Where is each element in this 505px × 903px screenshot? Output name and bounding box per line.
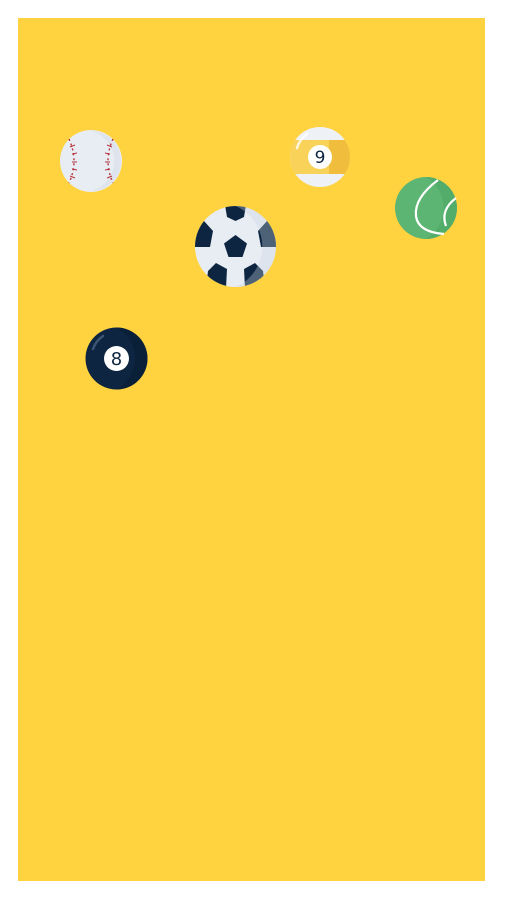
pool-ball-8-number: 8	[111, 349, 122, 370]
tennis-ball-icon[interactable]	[394, 176, 458, 240]
baseball-icon[interactable]	[59, 129, 123, 193]
game-stage[interactable]: 9 8	[18, 18, 485, 881]
soccer-ball-icon[interactable]	[194, 205, 277, 288]
pool-ball-8-icon[interactable]: 8	[85, 327, 148, 390]
pool-ball-9-icon[interactable]: 9	[289, 126, 351, 188]
pool-ball-9-number: 9	[315, 148, 326, 168]
